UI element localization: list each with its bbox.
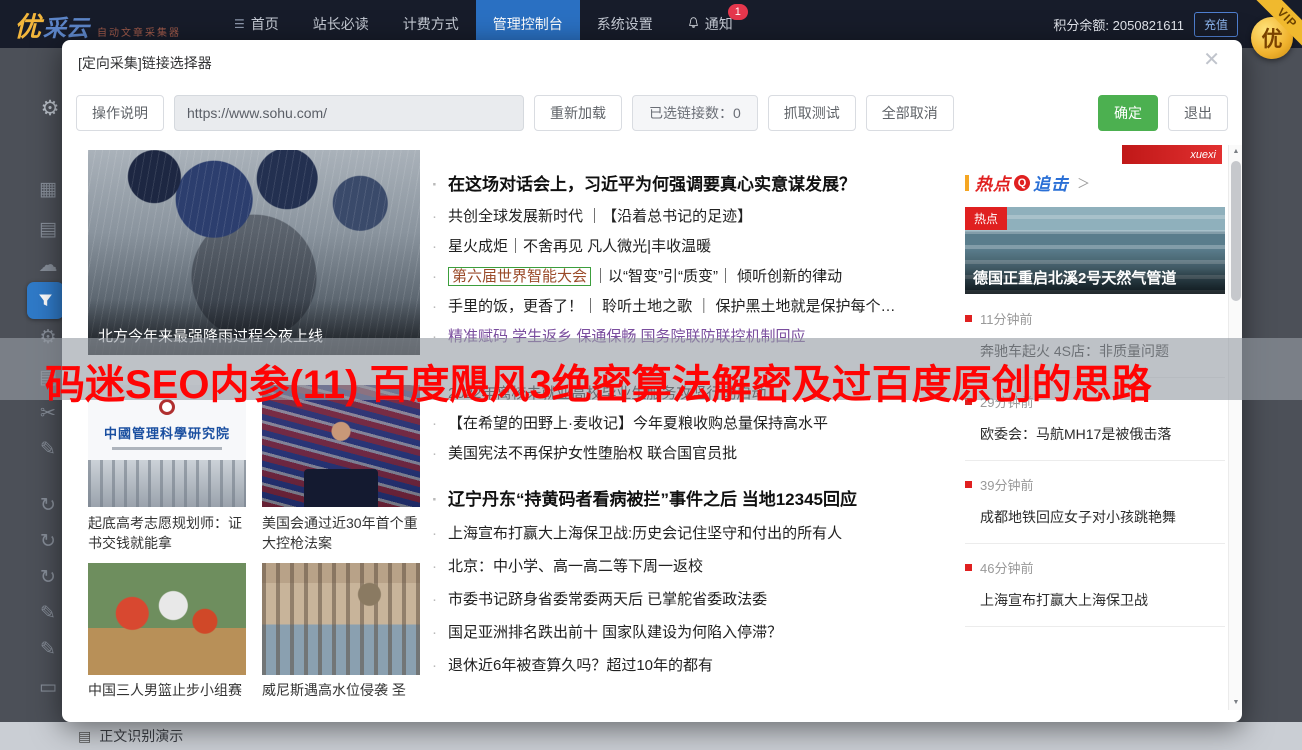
- notification-badge: 1: [728, 4, 748, 20]
- selected-count-box: 已选链接数：0: [632, 95, 758, 131]
- reload-button[interactable]: 重新加载: [534, 95, 622, 131]
- yellow-bar-icon: [965, 175, 969, 191]
- hot-image-caption: 德国正重启北溪2号天然气管道: [965, 249, 1225, 294]
- thumb-caption[interactable]: 美国会通过近30年首个重大控枪法案: [262, 513, 420, 553]
- cloud-icon[interactable]: ☁: [36, 254, 60, 277]
- exit-button[interactable]: 退出: [1168, 95, 1228, 131]
- institute-building-image: [88, 460, 246, 507]
- document-icon: ▤: [78, 728, 91, 745]
- news-link[interactable]: 在这场对话会上，习近平为何强调要真心实意谋发展？: [430, 168, 952, 202]
- edit-icon[interactable]: ✎: [36, 638, 60, 661]
- news-link[interactable]: 上海宣布打赢大上海保卫战:历史会记住坚守和付出的所有人: [430, 517, 952, 550]
- hot-news-link[interactable]: 上海宣布打赢大上海保卫战: [965, 590, 1225, 610]
- hot-timestamp: 46分钟前: [965, 558, 1225, 577]
- recharge-button[interactable]: 充值: [1194, 12, 1238, 37]
- thumb-row-2: [88, 563, 420, 675]
- main-news-photo[interactable]: 北方今年来最强降雨过程今夜上线: [88, 150, 420, 355]
- gear-icon[interactable]: ⚙: [36, 326, 60, 349]
- funnel-filter-button[interactable]: [27, 282, 64, 319]
- list-icon[interactable]: ▤: [36, 218, 60, 241]
- logo-accent: 优: [14, 5, 41, 44]
- chart-icon[interactable]: ▦: [36, 178, 60, 201]
- hot-news-link[interactable]: 欧委会：马航MH17是被俄击落: [965, 424, 1225, 444]
- news-link[interactable]: 【在希望的田野上·麦收记】今年夏粮收购总量保持高水平: [430, 409, 952, 439]
- hot-timestamp: 11分钟前: [965, 309, 1225, 328]
- news-link[interactable]: 美国宪法不再保护女性堕胎权 联合国官员批: [430, 439, 952, 469]
- hot-news-item: 46分钟前 上海宣布打赢大上海保卫战: [965, 544, 1225, 627]
- hot-tag-badge: 热点: [965, 207, 1007, 230]
- news-link[interactable]: 退休近6年被查算久吗？超过10年的都有: [430, 649, 952, 682]
- thumb-caption[interactable]: 威尼斯遇高水位侵袭 圣: [262, 680, 420, 700]
- scrollbar-thumb[interactable]: [1231, 161, 1241, 301]
- refresh-icon[interactable]: ↻: [36, 494, 60, 517]
- news-link[interactable]: 手里的饭，更香了！｜ 聆听土地之歌 ｜ 保护黑土地就是保护每个…: [430, 292, 952, 322]
- news-link[interactable]: 辽宁丹东“持黄码者看病被拦”事件之后 当地12345回应: [430, 483, 952, 517]
- content-scrollbar[interactable]: ▲ ▼: [1228, 145, 1242, 710]
- balance-label: 积分余额: 2050821611: [1053, 15, 1184, 34]
- navbar-right: 积分余额: 2050821611 充值: [1053, 12, 1238, 37]
- scroll-down-icon[interactable]: ▼: [1229, 696, 1243, 710]
- hot-news-item: 39分钟前 成都地铁回应女子对小孩跳艳舞: [965, 461, 1225, 544]
- chase-label: 追击: [1033, 170, 1069, 195]
- modal-toolbar: 操作说明 重新加载 已选链接数：0 抓取测试 全部取消 确定 退出: [62, 95, 1242, 131]
- news-link[interactable]: 星火成炬｜不舍再见 凡人微光|丰收温暖: [430, 232, 952, 262]
- photo-caption: 北方今年来最强降雨过程今夜上线: [88, 299, 420, 355]
- bell-icon: [687, 16, 700, 33]
- refresh-icon[interactable]: ↻: [36, 530, 60, 553]
- vip-ribbon: VIP: [1244, 0, 1302, 58]
- help-button[interactable]: 操作说明: [76, 95, 164, 131]
- news-link[interactable]: 共创全球发展新时代 ｜【沿着总书记的足迹】: [430, 202, 952, 232]
- news-link[interactable]: 国足亚洲排名跌出前十 国家队建设为何陷入停滞？: [430, 616, 952, 649]
- red-square-icon: [965, 564, 972, 571]
- cancel-all-button[interactable]: 全部取消: [866, 95, 954, 131]
- selected-link-box[interactable]: 第六届世界智能大会: [448, 267, 591, 286]
- edit-icon[interactable]: ✎: [36, 602, 60, 625]
- news-link[interactable]: 北京：中小学、高一高二等下周一返校: [430, 550, 952, 583]
- logo-text: 采云: [43, 9, 89, 43]
- institute-name: 中國管理科學研究院: [104, 423, 230, 442]
- red-square-icon: [965, 481, 972, 488]
- hamburger-icon: ☰: [234, 17, 245, 31]
- hot-label: 热点: [975, 170, 1011, 195]
- chevron-right-icon: ＞: [1077, 173, 1090, 192]
- url-input[interactable]: [174, 95, 524, 131]
- institute-divider: [112, 447, 222, 450]
- hot-news-link[interactable]: 成都地铁回应女子对小孩跳艳舞: [965, 507, 1225, 527]
- hot-timestamp: 39分钟前: [965, 475, 1225, 494]
- grab-test-button[interactable]: 抓取测试: [768, 95, 856, 131]
- thumb-caption[interactable]: 中国三人男篮止步小组赛: [88, 680, 246, 700]
- gear-icon[interactable]: ⚙: [38, 96, 62, 121]
- close-icon[interactable]: ✕: [1203, 50, 1220, 70]
- thumb-captions-2: 中国三人男篮止步小组赛 威尼斯遇高水位侵袭 圣: [88, 680, 420, 700]
- article-demo-label: 正文识别演示: [99, 726, 183, 746]
- news-link[interactable]: 精准赋码 学生返乡 保通保畅 国务院联防联控机制回应: [430, 322, 952, 352]
- hot-logo-icon: Q: [1014, 175, 1030, 191]
- background-row-article-demo[interactable]: ▤ 正文识别演示: [0, 722, 1302, 750]
- news-link-selected[interactable]: 第六届世界智能大会｜以“智变”引“质变”｜ 倾听创新的律动: [430, 262, 952, 292]
- news-link[interactable]: 市委书记跻身省委常委两天后 已掌舵省委政法委: [430, 583, 952, 616]
- red-square-icon: [965, 315, 972, 322]
- hot-news-list: 11分钟前 奔驰车起火 4S店：非质量问题 29分钟前 欧委会：马航MH17是被…: [965, 295, 1225, 627]
- promo-banner[interactable]: xuexi: [1122, 145, 1222, 164]
- venice-thumbnail[interactable]: [262, 563, 420, 675]
- funnel-icon: [37, 292, 54, 309]
- refresh-icon[interactable]: ↻: [36, 566, 60, 589]
- thumb-captions-1: 起底高考志愿规划师：证书交钱就能拿 美国会通过近30年首个重大控枪法案: [88, 513, 420, 553]
- hot-topics-header[interactable]: 热点 Q 追击 ＞: [965, 170, 1090, 195]
- logo-subtitle: 自动文章采集器: [97, 24, 181, 39]
- basketball-thumbnail[interactable]: [88, 563, 246, 675]
- news-list: 在这场对话会上，习近平为何强调要真心实意谋发展？ 共创全球发展新时代 ｜【沿着总…: [430, 168, 952, 682]
- server-icon[interactable]: ▭: [36, 676, 60, 699]
- edit-icon[interactable]: ✎: [36, 438, 60, 461]
- app-logo[interactable]: 优 采云 自动文章采集器: [14, 5, 181, 44]
- scroll-up-icon[interactable]: ▲: [1229, 145, 1243, 159]
- watermark-text: 码迷SEO内参(11) 百度飓风3绝密算法解密及过百度原创的思路: [45, 352, 1152, 410]
- embedded-webpage: xuexi 北方今年来最强降雨过程今夜上线 中國管理科學研究院 起底高考志愿规划…: [88, 145, 1225, 710]
- confirm-button[interactable]: 确定: [1098, 95, 1158, 131]
- hot-topic-image[interactable]: 热点 德国正重启北溪2号天然气管道: [965, 207, 1225, 294]
- thumb-caption[interactable]: 起底高考志愿规划师：证书交钱就能拿: [88, 513, 246, 553]
- vip-label: VIP: [1256, 0, 1302, 49]
- modal-title: [定向采集]链接选择器: [78, 53, 212, 73]
